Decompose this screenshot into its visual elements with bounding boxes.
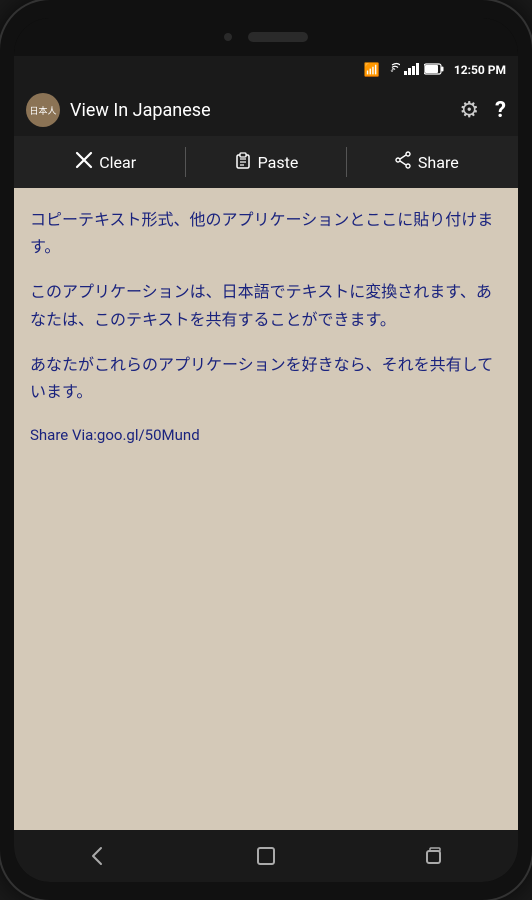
settings-icon[interactable]: ⚙ [459, 98, 479, 123]
paste-label: Paste [258, 153, 299, 172]
home-button[interactable] [241, 836, 291, 876]
bottom-nav [14, 830, 518, 882]
status-time: 12:50 PM [454, 63, 506, 77]
share-link: Share Via:goo.gl/50Mund [30, 423, 502, 449]
content-area: コピーテキスト形式、他のアプリケーションとここに貼り付けます。 このアプリケーシ… [14, 188, 518, 830]
clear-button[interactable]: Clear [26, 151, 185, 174]
paste-button[interactable]: Paste [186, 151, 345, 174]
phone-screen: 📶 [14, 18, 518, 882]
app-icon: 日本人 [26, 93, 60, 127]
back-button[interactable] [73, 836, 123, 876]
wifi-icon [384, 62, 400, 78]
phone-top-hardware [14, 18, 518, 56]
app-bar: 日本人 View In Japanese ⚙ ? [14, 84, 518, 136]
recents-button[interactable] [409, 836, 459, 876]
speaker [248, 32, 308, 42]
signal-icon [404, 63, 420, 78]
content-text: コピーテキスト形式、他のアプリケーションとここに貼り付けます。 このアプリケーシ… [30, 206, 502, 449]
phone-device: 📶 [0, 0, 532, 900]
help-icon[interactable]: ? [495, 98, 506, 123]
app-title: View In Japanese [70, 100, 449, 121]
paragraph-3: あなたがこれらのアプリケーションを好きなら、それを共有しています。 [30, 351, 502, 405]
status-bar: 📶 [14, 56, 518, 84]
share-button[interactable]: Share [347, 151, 506, 174]
action-toolbar: Clear Paste [14, 136, 518, 188]
app-bar-actions: ⚙ ? [459, 98, 506, 123]
share-icon [394, 151, 412, 174]
paragraph-2: このアプリケーションは、日本語でテキストに変換されます、あなたは、このテキストを… [30, 278, 502, 332]
paragraph-1: コピーテキスト形式、他のアプリケーションとここに貼り付けます。 [30, 206, 502, 260]
share-label: Share [418, 153, 459, 172]
camera [224, 33, 232, 41]
battery-icon [424, 63, 444, 78]
paste-icon [234, 151, 252, 174]
bluetooth-icon: 📶 [364, 63, 380, 78]
clear-label: Clear [99, 153, 136, 172]
clear-icon [75, 151, 93, 174]
status-icons: 📶 [364, 62, 506, 78]
